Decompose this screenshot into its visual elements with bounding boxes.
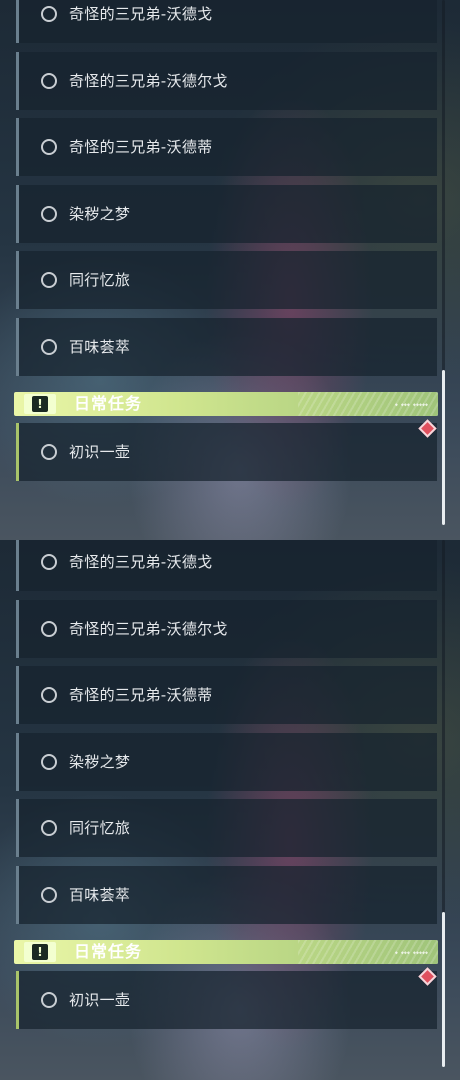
quest-item[interactable]: 同行忆旅 [16,799,437,857]
quest-item[interactable]: 奇怪的三兄弟-沃德尔戈 [16,52,437,110]
quest-status-circle-icon [41,992,57,1008]
quest-status-circle-icon [41,6,57,22]
quest-item[interactable]: 同行忆旅 [16,251,437,309]
quest-item[interactable]: 染秽之梦 [16,733,437,791]
quest-item-label: 百味荟萃 [69,886,131,904]
header-decoration-text: ◆ ◆◆◆ ◆◆◆◆◆ [394,402,428,408]
quest-item[interactable]: 百味荟萃 [16,866,437,924]
daily-quest-item[interactable]: 初识一壶 [16,971,437,1029]
quest-status-circle-icon [41,687,57,703]
quest-item-label: 染秽之梦 [69,205,131,223]
quest-item[interactable]: 奇怪的三兄弟-沃德蒂 [16,118,437,176]
exclamation-icon: ! [24,394,56,414]
scrollbar-thumb[interactable] [442,912,445,1067]
quest-status-circle-icon [41,139,57,155]
daily-quests-header[interactable]: ! 日常任务 ◆ ◆◆◆ ◆◆◆◆◆ [14,940,438,964]
quest-list-panel-bottom: 奇怪的三兄弟-沃德戈 奇怪的三兄弟-沃德尔戈 奇怪的三兄弟-沃德蒂 染秽之梦 同… [0,540,460,1080]
daily-quests-title: 日常任务 [74,394,143,413]
quest-status-circle-icon [41,621,57,637]
quest-status-circle-icon [41,754,57,770]
header-decoration-text: ◆ ◆◆◆ ◆◆◆◆◆ [394,950,428,956]
quest-status-circle-icon [41,339,57,355]
quest-item-label: 奇怪的三兄弟-沃德蒂 [69,138,213,156]
quest-list-panel-top: 奇怪的三兄弟-沃德戈 奇怪的三兄弟-沃德尔戈 奇怪的三兄弟-沃德蒂 染秽之梦 同… [0,0,460,540]
exclamation-icon: ! [24,942,56,962]
daily-quests-title: 日常任务 [74,942,143,961]
quest-item-label: 初识一壶 [69,443,131,461]
quest-item[interactable]: 百味荟萃 [16,318,437,376]
daily-quests-header[interactable]: ! 日常任务 ◆ ◆◆◆ ◆◆◆◆◆ [14,392,438,416]
quest-item-label: 奇怪的三兄弟-沃德戈 [69,553,213,571]
daily-quest-item[interactable]: 初识一壶 [16,423,437,481]
quest-item[interactable]: 奇怪的三兄弟-沃德尔戈 [16,600,437,658]
quest-item-label: 奇怪的三兄弟-沃德戈 [69,5,213,23]
quest-item-label: 奇怪的三兄弟-沃德尔戈 [69,620,228,638]
quest-status-circle-icon [41,272,57,288]
quest-item-label: 百味荟萃 [69,338,131,356]
quest-status-circle-icon [41,444,57,460]
quest-item[interactable]: 染秽之梦 [16,185,437,243]
quest-item[interactable]: 奇怪的三兄弟-沃德戈 [16,0,437,43]
quest-status-circle-icon [41,73,57,89]
quest-item[interactable]: 奇怪的三兄弟-沃德戈 [16,540,437,591]
quest-item-label: 同行忆旅 [69,271,131,289]
quest-status-circle-icon [41,887,57,903]
quest-status-circle-icon [41,820,57,836]
scrollbar-thumb[interactable] [442,370,445,525]
quest-item-label: 初识一壶 [69,991,131,1009]
quest-status-circle-icon [41,554,57,570]
quest-item-label: 染秽之梦 [69,753,131,771]
quest-item[interactable]: 奇怪的三兄弟-沃德蒂 [16,666,437,724]
quest-status-circle-icon [41,206,57,222]
quest-item-label: 同行忆旅 [69,819,131,837]
quest-item-label: 奇怪的三兄弟-沃德尔戈 [69,72,228,90]
quest-item-label: 奇怪的三兄弟-沃德蒂 [69,686,213,704]
